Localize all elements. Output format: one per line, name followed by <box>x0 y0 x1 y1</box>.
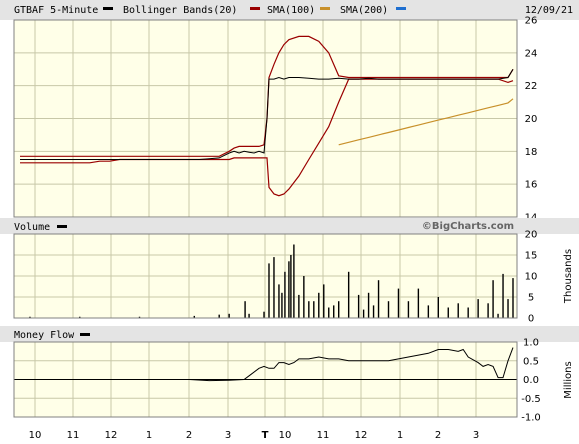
volume-bar-41 <box>477 299 479 318</box>
money-unit: Millions <box>563 361 574 398</box>
volume-bar-15 <box>290 255 292 318</box>
volume-bar-30 <box>372 305 375 318</box>
x-tick-label-4: 2 <box>186 430 192 441</box>
volume-bar-44 <box>497 313 499 318</box>
volume-tick-label-3: 15 <box>525 251 538 262</box>
x-tick-label-2: 12 <box>105 430 118 441</box>
money-tick-label-1: -0.5 <box>521 394 541 405</box>
volume-bar-20 <box>313 301 315 318</box>
volume-bar-43 <box>492 280 494 318</box>
volume-bar-40 <box>467 307 469 318</box>
volume-bar-23 <box>328 307 330 318</box>
volume-bar-37 <box>437 297 440 318</box>
volume-tick-label-4: 20 <box>525 230 538 241</box>
volume-bar-31 <box>377 280 380 318</box>
legend-sma100-swatch <box>320 7 330 10</box>
volume-bar-22 <box>323 284 325 318</box>
legend-bollinger-label: Bollinger Bands(20) <box>123 5 237 16</box>
chart-title: GTBAF 5-Minute <box>14 5 98 16</box>
volume-bar-29 <box>367 292 370 318</box>
volume-bar-17 <box>298 294 300 318</box>
x-tick-label-3: 1 <box>146 430 152 441</box>
x-tick-label-7: 10 <box>279 430 292 441</box>
x-tick-label-0: 10 <box>29 430 42 441</box>
bigcharts-credit: ©BigCharts.com <box>422 221 514 232</box>
money-flow-label: Money Flow <box>14 330 75 341</box>
volume-bar-39 <box>457 303 459 318</box>
legend-sma200-swatch <box>396 7 406 10</box>
volume-bar-6 <box>244 301 246 318</box>
money-tick-label-2: 0.0 <box>523 375 539 386</box>
x-tick-label-12: 3 <box>473 430 479 441</box>
legend-bollinger-swatch <box>250 7 260 10</box>
volume-bar-28 <box>362 309 365 318</box>
money-legend-swatch <box>80 333 90 336</box>
volume-bar-46 <box>507 299 509 318</box>
volume-unit: Thousands <box>563 249 574 304</box>
price-tick-label-1: 16 <box>525 180 538 191</box>
x-tick-label-9: 12 <box>355 430 368 441</box>
price-tick-label-6: 26 <box>525 16 538 27</box>
volume-bar-26 <box>347 271 350 318</box>
legend-sma100-label: SMA(100) <box>267 5 315 16</box>
price-panel: GTBAF 5-Minute Bollinger Bands(20) SMA(1… <box>0 0 579 224</box>
x-tick-label-11: 2 <box>435 430 441 441</box>
volume-tick-label-2: 10 <box>525 272 538 283</box>
volume-tick-label-1: 5 <box>528 293 534 304</box>
volume-legend-swatch <box>57 225 67 228</box>
volume-bar-14 <box>288 261 290 318</box>
volume-bar-8 <box>263 311 265 318</box>
volume-bar-25 <box>338 301 340 318</box>
price-tick-label-2: 18 <box>525 147 538 158</box>
volume-bar-9 <box>268 263 270 318</box>
x-tick-label-6: T <box>262 430 269 441</box>
volume-bar-38 <box>447 307 449 318</box>
volume-bar-36 <box>427 305 430 318</box>
volume-bar-12 <box>281 292 283 318</box>
price-legend-swatch <box>103 7 113 10</box>
x-tick-label-5: 3 <box>225 430 231 441</box>
volume-bar-19 <box>308 301 310 318</box>
price-tick-label-5: 24 <box>525 48 538 59</box>
volume-bar-5 <box>228 313 230 318</box>
volume-bar-47 <box>512 278 514 318</box>
volume-bar-10 <box>273 257 275 318</box>
money-tick-label-0: -1.0 <box>521 413 541 424</box>
volume-bar-18 <box>303 276 305 318</box>
x-tick-label-1: 11 <box>67 430 80 441</box>
money-tick-label-4: 1.0 <box>523 338 539 349</box>
x-tick-label-10: 1 <box>397 430 403 441</box>
volume-bar-35 <box>417 288 420 318</box>
volume-bar-11 <box>278 284 280 318</box>
legend-sma200-label: SMA(200) <box>340 5 388 16</box>
volume-bar-4 <box>218 314 220 318</box>
price-tick-label-4: 22 <box>525 81 538 92</box>
volume-bar-21 <box>318 292 320 318</box>
volume-bar-42 <box>487 303 489 318</box>
volume-bar-24 <box>333 305 335 318</box>
volume-bar-27 <box>357 294 360 318</box>
volume-tick-label-0: 0 <box>528 314 534 325</box>
money-tick-label-3: 0.5 <box>523 356 539 367</box>
money-flow-panel: Money Flow -1.0 -0.5 0.0 0.5 1.0 Millions <box>0 326 579 424</box>
volume-bar-16 <box>293 244 295 318</box>
volume-bar-13 <box>284 271 286 318</box>
volume-bar-45 <box>502 273 504 318</box>
volume-panel: Volume ©BigCharts.com 0 5 10 15 20 Thousands <box>0 218 579 325</box>
price-tick-label-3: 20 <box>525 114 538 125</box>
x-tick-label-8: 11 <box>317 430 330 441</box>
volume-bar-34 <box>407 301 410 318</box>
volume-bar-33 <box>397 288 400 318</box>
volume-bar-32 <box>387 301 390 318</box>
stock-chart: GTBAF 5-Minute Bollinger Bands(20) SMA(1… <box>0 0 579 444</box>
chart-date: 12/09/21 <box>525 5 573 16</box>
volume-bar-7 <box>248 313 250 318</box>
volume-label: Volume <box>14 222 50 233</box>
